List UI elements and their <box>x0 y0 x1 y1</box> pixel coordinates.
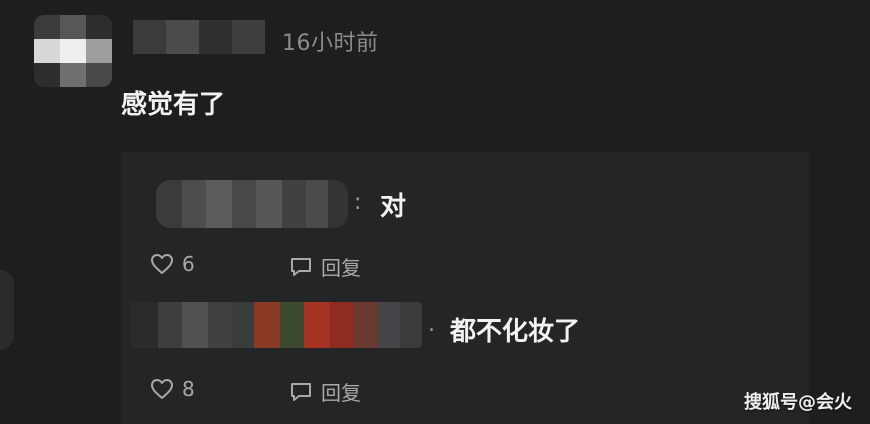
like-button[interactable]: 8 <box>150 377 195 401</box>
reply-separator: : <box>354 190 362 215</box>
heart-outline-icon <box>150 253 174 275</box>
adjacent-element-edge <box>0 270 14 350</box>
reply-username-redacted[interactable] <box>156 180 348 228</box>
reply-text: 都不化妆了 <box>450 317 581 347</box>
like-count: 6 <box>182 252 195 276</box>
reply-username-redacted[interactable] <box>130 302 422 348</box>
speech-bubble-icon <box>289 381 313 403</box>
speech-bubble-icon <box>289 256 313 278</box>
reply-label: 回复 <box>321 256 361 280</box>
reply-button[interactable]: 回复 <box>289 252 361 281</box>
comment-timestamp: 16小时前 <box>282 31 379 56</box>
reply-separator: . <box>428 312 435 337</box>
avatar[interactable] <box>34 15 112 87</box>
like-button[interactable]: 6 <box>150 252 195 276</box>
reply-label: 回复 <box>321 381 361 405</box>
like-count: 8 <box>182 377 195 401</box>
username-redacted[interactable] <box>133 20 265 54</box>
heart-outline-icon <box>150 378 174 400</box>
reply-button[interactable]: 回复 <box>289 377 361 406</box>
comment-text: 感觉有了 <box>121 90 226 120</box>
reply-text: 对 <box>380 192 407 222</box>
watermark: 搜狐号@会火 <box>744 392 852 413</box>
